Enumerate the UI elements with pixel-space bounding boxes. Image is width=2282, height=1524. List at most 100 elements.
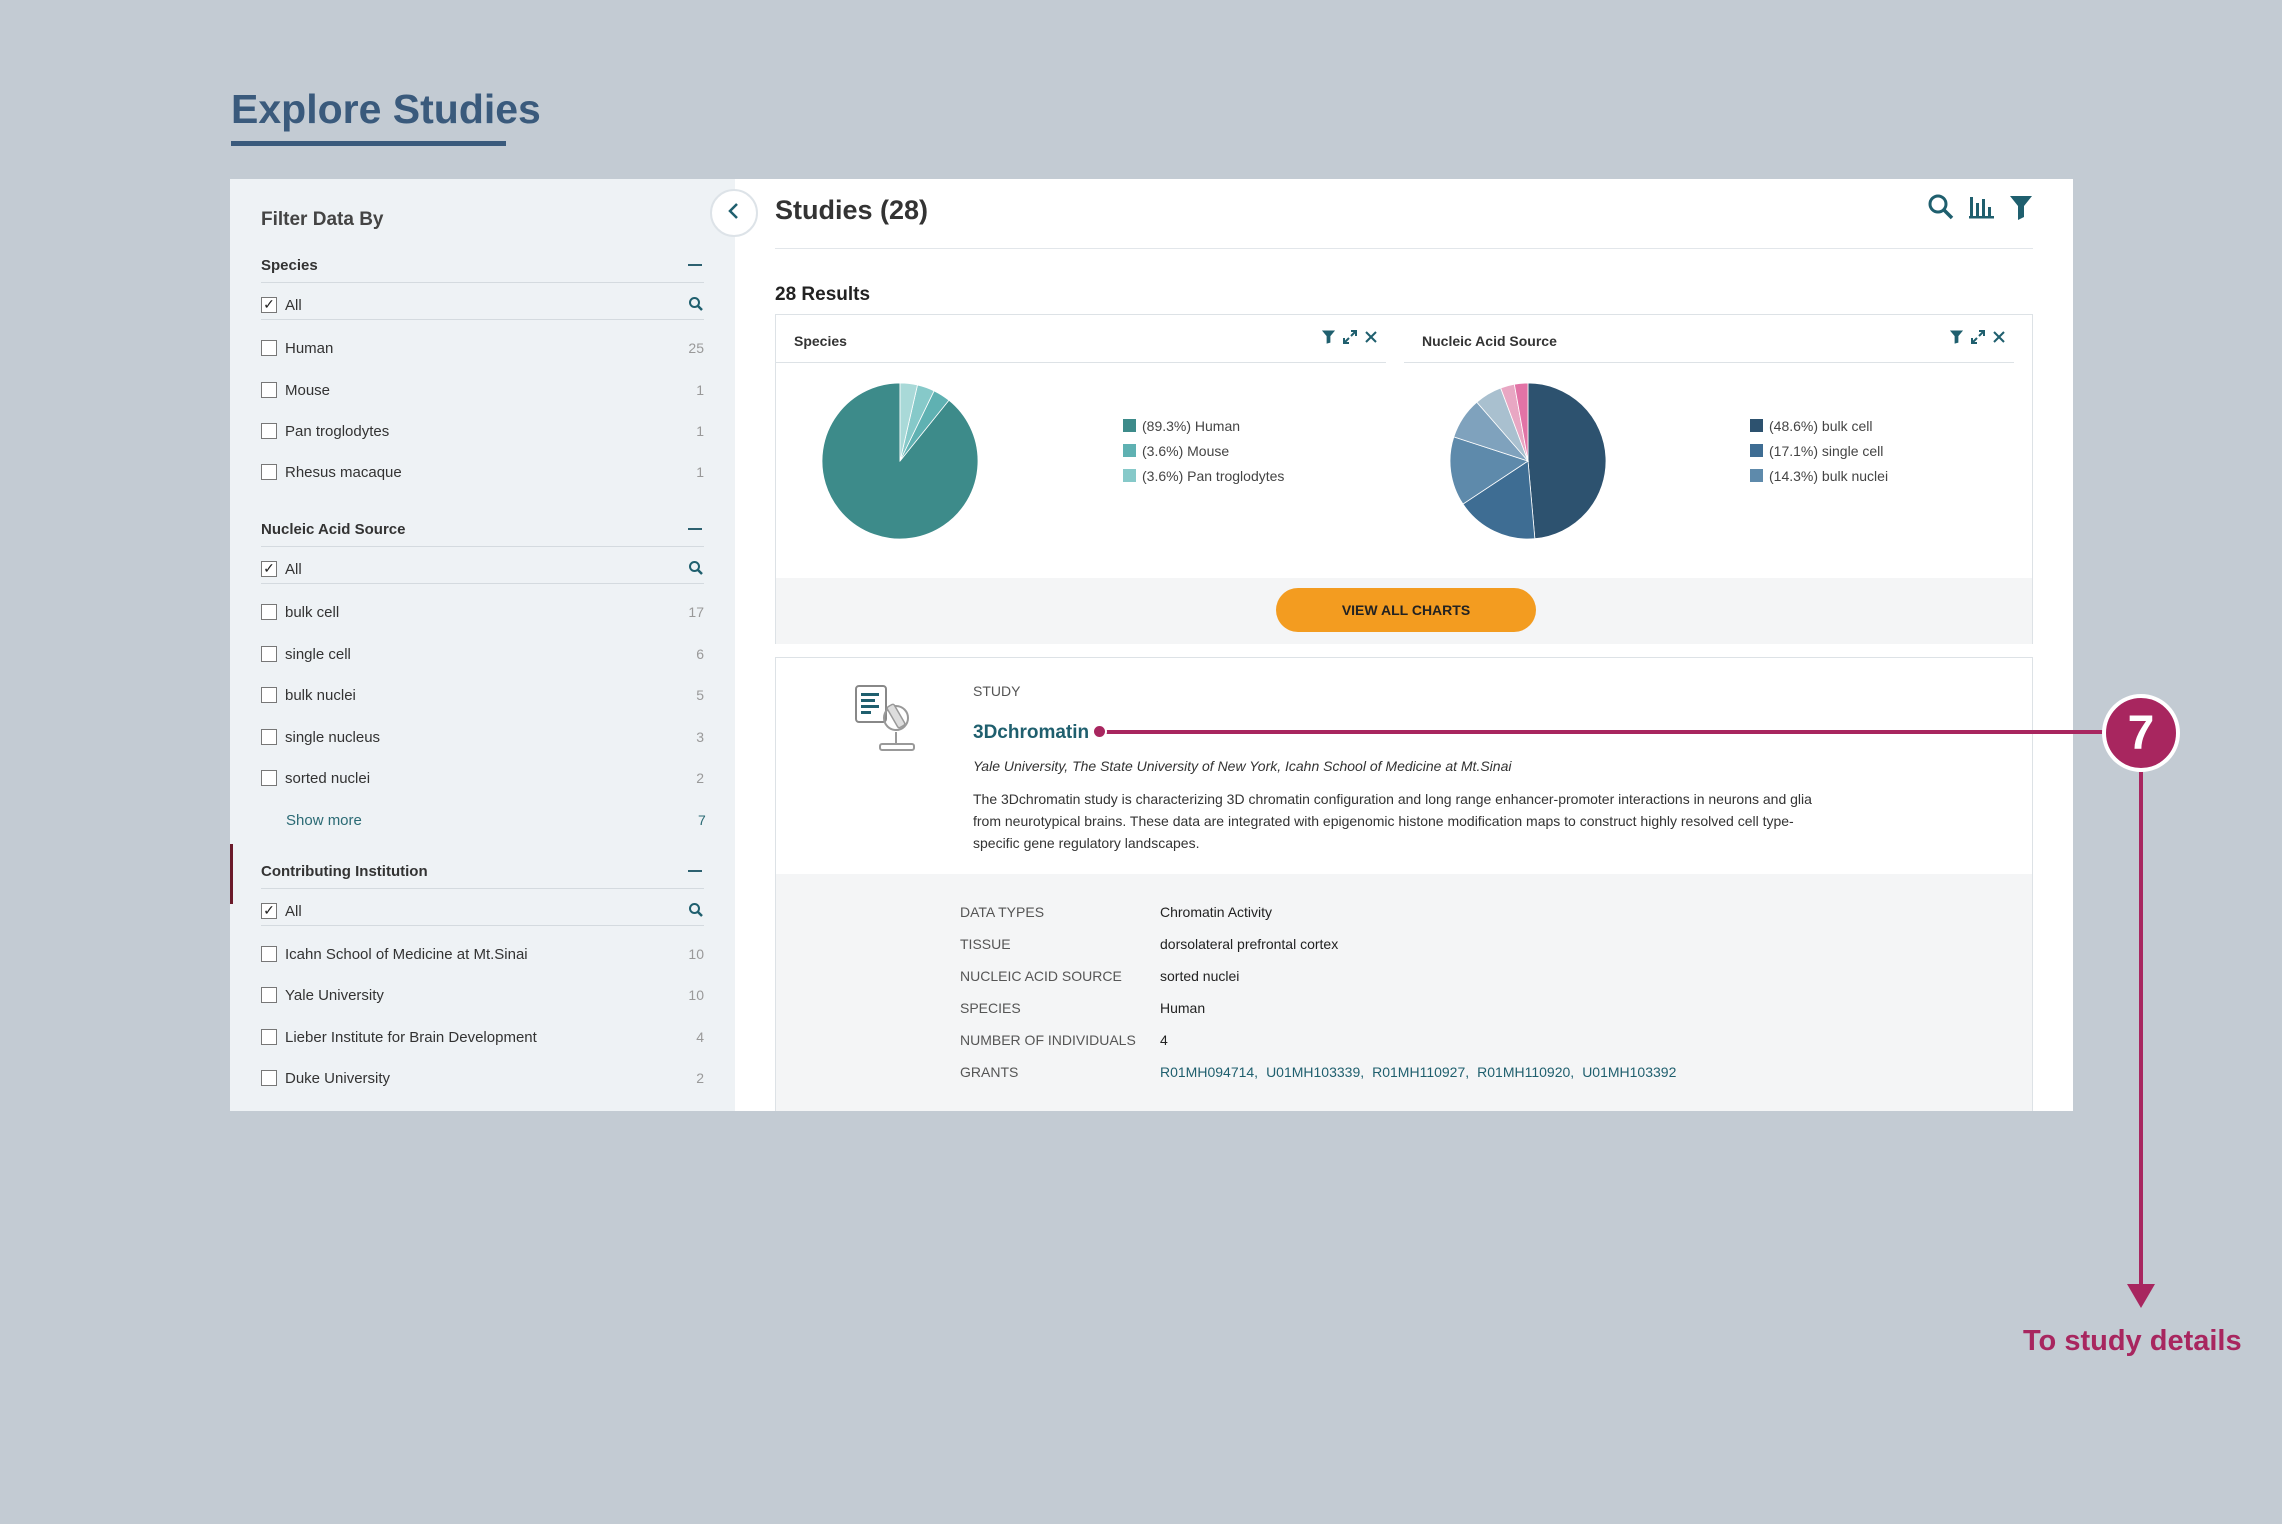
study-details: DATA TYPES Chromatin Activity TISSUE dorso…	[776, 874, 2032, 1111]
facet-header-species[interactable]: Species	[261, 257, 704, 283]
facet-title: Species	[261, 257, 318, 274]
facet-header-nucleic-acid-source[interactable]: Nucleic Acid Source	[261, 521, 704, 547]
checkbox-checked[interactable]: ✓	[261, 297, 277, 313]
facet-item[interactable]: Mouse 1	[261, 377, 704, 405]
facet-item[interactable]: Icahn School of Medicine at Mt.Sinai 10	[261, 941, 704, 969]
app-window: Filter Data By Species ✓ All Human 25 Mou…	[230, 179, 2073, 1111]
legend-swatch	[1750, 444, 1763, 457]
facet-item-label: Human	[285, 340, 334, 357]
facet-header-contributing-institution[interactable]: Contributing Institution	[261, 863, 704, 889]
studies-title: Studies (28)	[775, 195, 929, 225]
grant-link[interactable]: U01MH103392	[1582, 1064, 1676, 1080]
legend-item: (3.6%) Mouse	[1123, 438, 1284, 463]
grant-link[interactable]: R01MH110920,	[1477, 1064, 1574, 1080]
legend-label: (17.1%) single cell	[1769, 442, 1884, 459]
facet-item-label: single cell	[285, 646, 351, 663]
checkbox[interactable]	[261, 729, 277, 745]
study-name-link[interactable]: 3Dchromatin	[973, 722, 1089, 744]
collapse-minus-icon[interactable]	[688, 264, 702, 266]
detail-value: Human	[1160, 1000, 1206, 1016]
checkbox[interactable]	[261, 1070, 277, 1086]
facet-item[interactable]: Yale University 10	[261, 982, 704, 1010]
show-more-count: 7	[698, 812, 706, 828]
facet-item[interactable]: sorted nuclei 2	[261, 765, 704, 793]
checkbox[interactable]	[261, 382, 277, 398]
study-description: The 3Dchromatin study is characterizing …	[973, 791, 1812, 851]
facet-item[interactable]: Duke University 2	[261, 1065, 704, 1093]
filter-icon[interactable]	[1321, 329, 1336, 348]
facet-item[interactable]: bulk nuclei 5	[261, 682, 704, 710]
checkbox-checked[interactable]: ✓	[261, 903, 277, 919]
chart-title: Species	[794, 333, 847, 349]
grant-link[interactable]: R01MH094714,	[1160, 1064, 1258, 1080]
facet-item[interactable]: Pan troglodytes 1	[261, 418, 704, 446]
expand-icon[interactable]	[1970, 329, 1986, 348]
checkbox[interactable]	[261, 687, 277, 703]
chart-header-species: Species	[776, 329, 1386, 363]
checkbox[interactable]	[261, 1029, 277, 1045]
facet-title: Nucleic Acid Source	[261, 521, 406, 538]
collapse-minus-icon[interactable]	[688, 870, 702, 872]
callout-label: To study details	[2023, 1325, 2242, 1357]
checkbox[interactable]	[261, 646, 277, 662]
facet-item-count: 10	[688, 946, 704, 962]
facet-item[interactable]: bulk cell 17	[261, 599, 704, 627]
detail-key: SPECIES	[960, 1000, 1021, 1016]
legend-swatch	[1750, 469, 1763, 482]
search-icon[interactable]	[688, 902, 704, 922]
legend-item: (17.1%) single cell	[1750, 438, 1888, 463]
bar-chart-icon[interactable]	[1967, 193, 1995, 226]
close-icon[interactable]	[1992, 330, 2006, 347]
facet-item-partial[interactable]	[261, 1107, 704, 1111]
legend-swatch	[1123, 419, 1136, 432]
grant-link[interactable]: R01MH110927,	[1372, 1064, 1469, 1080]
checkbox[interactable]	[261, 987, 277, 1003]
checkbox[interactable]	[261, 423, 277, 439]
search-icon[interactable]	[688, 296, 704, 316]
facet-item[interactable]: single nucleus 3	[261, 724, 704, 752]
checkbox[interactable]	[261, 946, 277, 962]
facet-all-nucleic-acid-source[interactable]: ✓ All	[261, 556, 704, 584]
species-legend: (89.3%) Human (3.6%) Mouse (3.6%) Pan trog…	[1123, 413, 1284, 488]
checkbox[interactable]	[261, 464, 277, 480]
facet-title: Contributing Institution	[261, 863, 428, 880]
facet-item[interactable]: Lieber Institute for Brain Development 4	[261, 1024, 704, 1052]
facet-all-species[interactable]: ✓ All	[261, 292, 704, 320]
facet-item[interactable]: single cell 6	[261, 641, 704, 669]
facet-all-contributing-institution[interactable]: ✓ All	[261, 898, 704, 926]
filter-icon[interactable]	[2007, 193, 2035, 226]
search-icon[interactable]	[688, 560, 704, 580]
legend-swatch	[1123, 469, 1136, 482]
main-panel: Studies (28) 28 Results Species Nucleic …	[735, 179, 2073, 1111]
checkbox-checked[interactable]: ✓	[261, 561, 277, 577]
pie-slice-bulk-cell[interactable]	[1527, 382, 1607, 540]
close-icon[interactable]	[1364, 330, 1378, 347]
facet-item-count: 25	[688, 340, 704, 356]
collapse-sidebar-button[interactable]	[710, 189, 758, 237]
facet-item[interactable]: Human 25	[261, 335, 704, 363]
view-all-charts-button[interactable]: VIEW ALL CHARTS	[1276, 588, 1536, 632]
facet-item-label: Lieber Institute for Brain Development	[285, 1029, 537, 1046]
facet-item[interactable]: Rhesus macaque 1	[261, 459, 704, 487]
charts-panel: Species Nucleic Acid Source (89.3%) Huma…	[775, 314, 2033, 644]
grant-link[interactable]: U01MH103339,	[1266, 1064, 1364, 1080]
legend-label: (14.3%) bulk nuclei	[1769, 467, 1889, 484]
facet-item-count: 1	[696, 423, 704, 439]
grants-list: R01MH094714, U01MH103339, R01MH110927, R01M…	[1160, 1064, 1684, 1080]
search-icon[interactable]	[1927, 193, 1955, 226]
detail-key: DATA TYPES	[960, 904, 1045, 920]
show-more-link[interactable]: Show more	[286, 812, 362, 829]
study-institutions: Yale University, The State University of…	[973, 758, 1512, 774]
collapse-minus-icon[interactable]	[688, 528, 702, 530]
filter-icon[interactable]	[1949, 329, 1964, 348]
legend-item: (89.3%) Human	[1123, 413, 1284, 438]
legend-item: (14.3%) bulk nuclei	[1750, 463, 1888, 488]
facet-all-label: All	[285, 903, 302, 920]
checkbox[interactable]	[261, 770, 277, 786]
detail-value: sorted nuclei	[1160, 968, 1240, 984]
checkbox[interactable]	[261, 604, 277, 620]
facet-all-label: All	[285, 561, 302, 578]
checkbox[interactable]	[261, 340, 277, 356]
arrow-down-icon	[2127, 1284, 2155, 1308]
expand-icon[interactable]	[1342, 329, 1358, 348]
